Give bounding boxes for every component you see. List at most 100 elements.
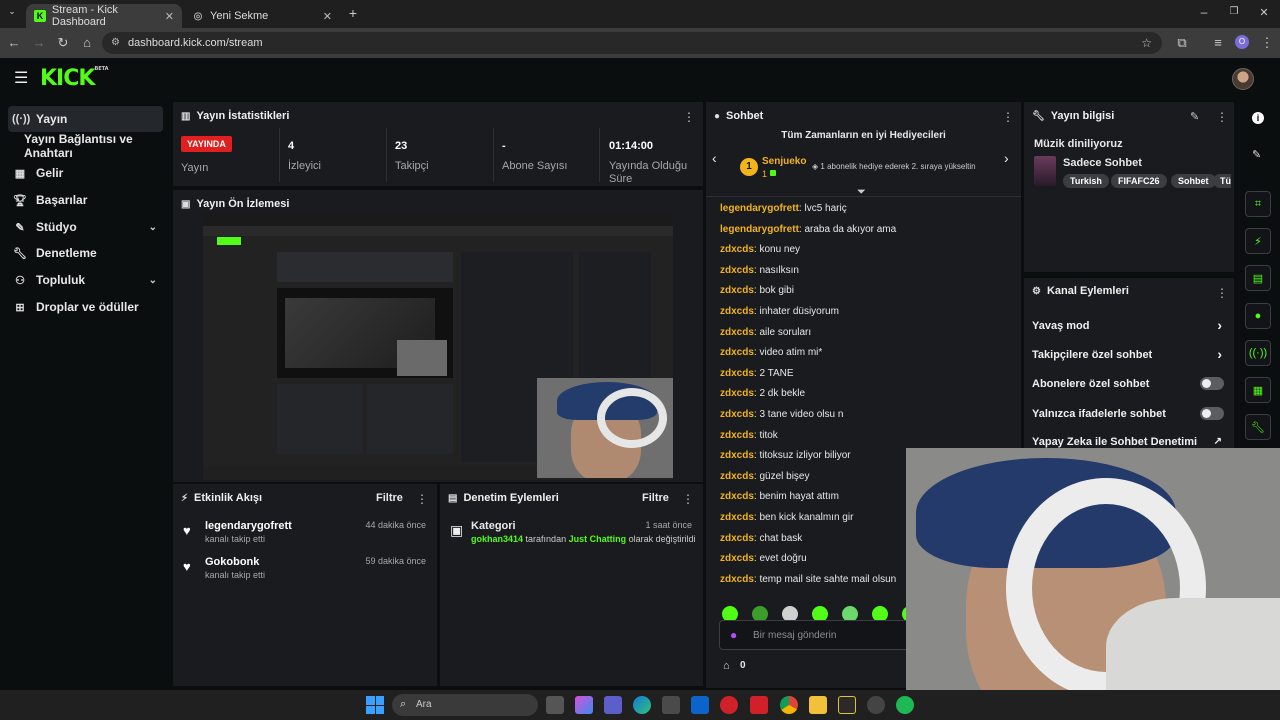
tag-pill[interactable]: Türk [1213, 174, 1231, 188]
chat-username[interactable]: zdxcds [720, 471, 754, 482]
mod-action-user[interactable]: gokhan3414 [471, 534, 523, 544]
filter-button[interactable]: Filtre [376, 492, 403, 504]
taskbar-search[interactable]: ⌕ Ara [392, 694, 538, 716]
action-ai-moderation[interactable]: Yapay Zeka ile Sohbet Denetimi ↗ [1032, 436, 1224, 448]
tag-pill[interactable]: Turkish [1063, 174, 1109, 188]
subscribers-only-toggle[interactable] [1200, 377, 1224, 390]
chevron-right-icon[interactable]: › [1217, 346, 1222, 362]
edit-pencil-icon[interactable]: ✎ [1252, 148, 1261, 161]
kebab-menu-icon[interactable]: ⋮ [1216, 110, 1228, 124]
teams-icon[interactable] [604, 696, 622, 714]
close-window-button[interactable]: ✕ [1256, 6, 1272, 19]
chat-username[interactable]: zdxcds [720, 347, 754, 358]
broadcast-tool-button[interactable]: ((·)) [1245, 340, 1271, 366]
tab-kick-dashboard[interactable]: K Stream - Kick Dashboard ✕ [26, 4, 182, 28]
edit-pencil-icon[interactable]: ✎ [1190, 110, 1199, 123]
chat-username[interactable]: zdxcds [720, 285, 754, 296]
url-field[interactable]: ⚙ dashboard.kick.com/stream ☆ [102, 32, 1162, 54]
maximize-button[interactable]: ❐ [1226, 6, 1242, 17]
action-followers-only[interactable]: Takipçilere özel sohbet › [1032, 346, 1224, 362]
tag-pill[interactable]: Sohbet [1171, 174, 1216, 188]
sidebar-item-yayin[interactable]: ((·)) Yayın [8, 106, 163, 132]
tab-new-tab[interactable]: ◎ Yeni Sekme ✕ [184, 4, 340, 28]
sidebar-item-droplar[interactable]: ⊞ Droplar ve ödüller [8, 294, 163, 320]
category-thumbnail[interactable] [1034, 156, 1056, 186]
sidebar-item-gelir[interactable]: ▦ Gelir [8, 160, 163, 186]
microphone-icon[interactable]: ● [730, 628, 737, 642]
chat-username[interactable]: zdxcds [720, 512, 754, 523]
task-view-icon[interactable] [546, 696, 564, 714]
chevron-left-icon[interactable]: ‹ [712, 150, 717, 166]
file-explorer-icon[interactable] [809, 696, 827, 714]
layout-tool-button[interactable]: ▦ [1245, 377, 1271, 403]
opera-icon[interactable] [720, 696, 738, 714]
chat-username[interactable]: zdxcds [720, 491, 754, 502]
chat-username[interactable]: zdxcds [720, 533, 754, 544]
mod-action-category[interactable]: Just Chatting [569, 534, 627, 544]
kebab-menu-icon[interactable]: ⋮ [1002, 110, 1014, 124]
sidebar-item-studyo[interactable]: ✎ Stüdyo ⌄ [8, 214, 163, 240]
sidebar-item-basarilar[interactable]: 🏆︎ Başarılar [8, 187, 163, 213]
browser-menu-icon[interactable]: ⋮ [1259, 35, 1275, 51]
chat-username[interactable]: zdxcds [720, 327, 754, 338]
channel-points-icon[interactable]: ⌂ [723, 660, 730, 672]
app-icon[interactable] [867, 696, 885, 714]
chat-username[interactable]: zdxcds [720, 409, 754, 420]
sidebar-item-denetleme[interactable]: 🔧︎ Denetleme [8, 240, 163, 266]
filter-button[interactable]: Filtre [642, 492, 669, 504]
gifter-name[interactable]: Senjueko [762, 156, 806, 167]
event-username[interactable]: legendarygofrett [205, 520, 292, 532]
back-arrow-icon[interactable]: ← [6, 35, 22, 50]
chat-username[interactable]: zdxcds [720, 553, 754, 564]
clip-tool-button[interactable]: ⌗ [1245, 191, 1271, 217]
chevron-down-icon[interactable]: ⌄ [149, 275, 157, 286]
wrench-tool-button[interactable]: 🔧︎ [1245, 414, 1271, 440]
action-subscribers-only[interactable]: Abonelere özel sohbet [1032, 377, 1224, 390]
sidebar-item-topluluk[interactable]: ⚇ Topluluk ⌄ [8, 267, 163, 293]
user-avatar[interactable] [1232, 68, 1254, 90]
chevron-right-icon[interactable]: › [1217, 317, 1222, 333]
lightning-tool-button[interactable]: ⚡︎ [1245, 228, 1271, 254]
chevron-down-icon[interactable]: ⌄ [149, 222, 157, 233]
store-icon[interactable] [662, 696, 680, 714]
kebab-menu-icon[interactable]: ⋮ [683, 110, 695, 124]
copilot-icon[interactable] [575, 696, 593, 714]
chat-username[interactable]: legendarygofrett [720, 224, 799, 235]
chat-username[interactable]: zdxcds [720, 306, 754, 317]
app-icon[interactable] [838, 696, 856, 714]
close-tab-icon[interactable]: ✕ [323, 10, 332, 23]
tag-pill[interactable]: FIFAFC26 [1111, 174, 1167, 188]
minimize-button[interactable]: – [1196, 5, 1212, 19]
outlook-icon[interactable] [691, 696, 709, 714]
info-icon[interactable]: i [1252, 112, 1264, 124]
chat-username[interactable]: zdxcds [720, 368, 754, 379]
windows-start-icon[interactable] [366, 696, 384, 714]
chat-username[interactable]: zdxcds [720, 430, 754, 441]
kebab-menu-icon[interactable]: ⋮ [416, 492, 428, 506]
close-tab-icon[interactable]: ✕ [165, 10, 174, 23]
chevron-right-icon[interactable]: › [1004, 150, 1009, 166]
kick-logo[interactable]: KICKBETA [40, 66, 109, 91]
chrome-icon[interactable] [780, 696, 798, 714]
action-slow-mode[interactable]: Yavaş mod › [1032, 317, 1224, 333]
chat-username[interactable]: legendarygofrett [720, 203, 799, 214]
chat-username[interactable]: zdxcds [720, 450, 754, 461]
forward-arrow-icon[interactable]: → [31, 35, 47, 50]
pin-icon[interactable]: ⏷ [857, 186, 866, 199]
chat-tool-button[interactable]: ● [1245, 303, 1271, 329]
chat-username[interactable]: zdxcds [720, 244, 754, 255]
external-link-icon[interactable]: ↗ [1214, 436, 1222, 447]
bookmark-star-icon[interactable]: ☆ [1141, 32, 1152, 54]
media-control-icon[interactable]: ≡ [1210, 35, 1226, 50]
site-info-icon[interactable]: ⚙ [111, 32, 120, 54]
hamburger-menu-icon[interactable]: ☰ [14, 68, 28, 88]
sidebar-item-stream-key[interactable]: Yayın Bağlantısı ve Anahtarı [8, 132, 168, 160]
chat-username[interactable]: zdxcds [720, 574, 754, 585]
edge-icon[interactable] [633, 696, 651, 714]
chat-username[interactable]: zdxcds [720, 265, 754, 276]
profile-avatar[interactable]: O [1235, 35, 1249, 49]
event-username[interactable]: Gokobonk [205, 556, 259, 568]
notes-tool-button[interactable]: ▤ [1245, 265, 1271, 291]
spotify-icon[interactable] [896, 696, 914, 714]
extensions-icon[interactable]: ⧉ [1174, 35, 1190, 51]
